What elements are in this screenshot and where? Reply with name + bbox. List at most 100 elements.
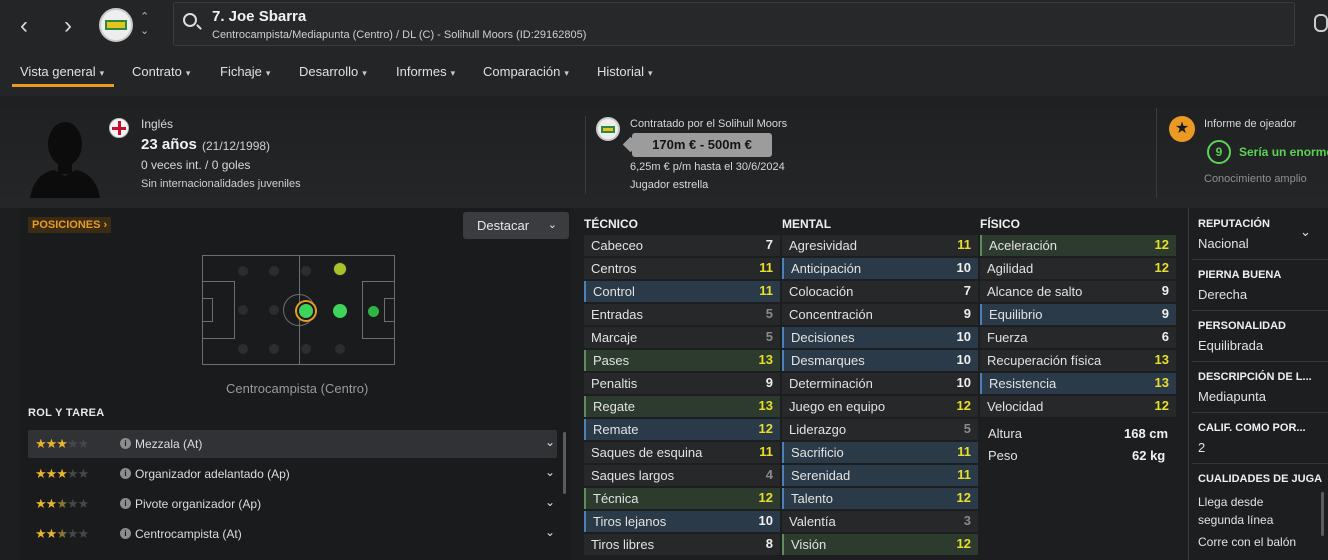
attribute-value: 13 [758, 352, 773, 367]
attribute-row[interactable]: Saques largos 4 [584, 465, 780, 486]
attribute-row[interactable]: Fuerza 6 [980, 327, 1176, 348]
attribute-row[interactable]: Alcance de salto 9 [980, 281, 1176, 302]
forward-arrow-icon[interactable]: › [64, 14, 72, 38]
attribute-value: 11 [759, 444, 773, 459]
chevron-down-icon[interactable]: ⌄ [545, 525, 555, 539]
side-scrollbar[interactable] [1321, 492, 1324, 536]
tab-comparacion[interactable]: Comparación ▾ [483, 64, 569, 79]
attribute-name: Sacrificio [791, 445, 844, 460]
chevron-down-icon[interactable]: ⌄ [545, 465, 555, 479]
attribute-row[interactable]: Anticipación 10 [782, 258, 978, 279]
attribute-value: 6 [1161, 329, 1169, 344]
role-row[interactable]: ★★★★★ i Organizador adelantado (Ap) ⌄ [28, 460, 557, 488]
attribute-row[interactable]: Valentía 3 [782, 511, 978, 532]
club-crest-icon[interactable] [99, 8, 133, 42]
chevron-down-icon: ▾ [185, 68, 191, 78]
position-dot-st [367, 305, 380, 318]
scout-comment[interactable]: Sería un enorme [1239, 145, 1328, 159]
highlight-dropdown[interactable]: Destacar ⌄ [463, 212, 569, 239]
attribute-name: Entradas [591, 307, 644, 322]
star-icon: ★ [1169, 116, 1195, 142]
attribute-row[interactable]: Visión 12 [782, 534, 978, 555]
attribute-row[interactable]: Decisiones 10 [782, 327, 978, 348]
attribute-row[interactable]: Determinación 10 [782, 373, 978, 394]
player-avatar [30, 122, 100, 198]
attribute-row[interactable]: Remate 12 [584, 419, 780, 440]
back-arrow-icon[interactable]: ‹ [20, 14, 28, 38]
attribute-row[interactable]: Pases 13 [584, 350, 780, 371]
scout-rating: 9 [1207, 140, 1231, 164]
attribute-value: 12 [758, 421, 773, 436]
attribute-row[interactable]: Cabeceo 7 [584, 235, 780, 256]
attribute-row[interactable]: Control 11 [584, 281, 780, 302]
attribute-name: Desmarques [791, 353, 865, 368]
info-icon[interactable]: i [120, 528, 131, 539]
attribute-row[interactable]: Equilibrio 9 [980, 304, 1176, 325]
attribute-row[interactable]: Agresividad 11 [782, 235, 978, 256]
attribute-row[interactable]: Agilidad 12 [980, 258, 1176, 279]
role-row[interactable]: ★★★★★ i Pivote organizador (Ap) ⌄ [28, 490, 557, 518]
chevron-down-icon[interactable]: ⌄ [545, 435, 555, 449]
attribute-name: Visión [791, 537, 827, 552]
attribute-value: 11 [759, 283, 773, 298]
attribute-row[interactable]: Entradas 5 [584, 304, 780, 325]
settings-bulb-icon[interactable] [1314, 14, 1328, 32]
tab-fichaje[interactable]: Fichaje ▾ [220, 64, 270, 79]
chevron-down-icon[interactable]: ⌄ [1300, 224, 1311, 240]
attribute-row[interactable]: Técnica 12 [584, 488, 780, 509]
tab-label: Historial [597, 64, 644, 79]
attribute-row[interactable]: Regate 13 [584, 396, 780, 417]
attribute-row[interactable]: Velocidad 12 [980, 396, 1176, 417]
active-tab-indicator [12, 84, 114, 87]
reputation-heading: REPUTACIÓN [1198, 218, 1270, 230]
position-dot-mc-selected[interactable] [297, 302, 315, 320]
position-rating-value: 2 [1198, 440, 1206, 455]
attribute-row[interactable]: Sacrificio 11 [782, 442, 978, 463]
divider [585, 116, 586, 194]
tab-informes[interactable]: Informes ▾ [396, 64, 455, 79]
search-icon[interactable] [183, 13, 197, 27]
tab-historial[interactable]: Historial ▾ [597, 64, 653, 79]
attribute-row[interactable]: Aceleración 12 [980, 235, 1176, 256]
tab-desarrollo[interactable]: Desarrollo ▾ [299, 64, 367, 79]
scout-knowledge: Conocimiento amplio [1204, 173, 1307, 185]
position-dot [335, 344, 345, 354]
info-icon[interactable]: i [120, 498, 131, 509]
info-icon[interactable]: i [120, 438, 131, 449]
tab-vista-general[interactable]: Vista general ▾ [20, 64, 104, 79]
attribute-row[interactable]: Recuperación física 13 [980, 350, 1176, 371]
attribute-row[interactable]: Saques de esquina 11 [584, 442, 780, 463]
tab-contrato[interactable]: Contrato ▾ [132, 64, 190, 79]
attribute-value: 5 [765, 306, 773, 321]
attribute-value: 13 [758, 398, 773, 413]
attribute-row[interactable]: Juego en equipo 12 [782, 396, 978, 417]
media-description-value: Mediapunta [1198, 389, 1266, 404]
attribute-row[interactable]: Centros 11 [584, 258, 780, 279]
attribute-row[interactable]: Talento 12 [782, 488, 978, 509]
attribute-row[interactable]: Tiros libres 8 [584, 534, 780, 555]
attribute-name: Centros [591, 261, 637, 276]
attribute-row[interactable]: Colocación 7 [782, 281, 978, 302]
attribute-row[interactable]: Liderazgo 5 [782, 419, 978, 440]
attribute-row[interactable]: Marcaje 5 [584, 327, 780, 348]
positions-link[interactable]: POSICIONES › [28, 217, 112, 233]
roles-scrollbar[interactable] [563, 432, 566, 494]
attribute-row[interactable]: Concentración 9 [782, 304, 978, 325]
role-label: Centrocampista (At) [135, 527, 242, 541]
attribute-row[interactable]: Tiros lejanos 10 [584, 511, 780, 532]
pitch-left-goal-area [203, 298, 213, 322]
info-icon[interactable]: i [120, 468, 131, 479]
attribute-value: 7 [765, 237, 773, 252]
attribute-name: Saques largos [591, 468, 675, 483]
attribute-value: 5 [963, 421, 971, 436]
chevron-down-icon[interactable]: ⌄ [545, 495, 555, 509]
role-row[interactable]: ★★★★★ i Centrocampista (At) ⌄ [28, 520, 557, 548]
attribute-row[interactable]: Resistencia 13 [980, 373, 1176, 394]
role-row[interactable]: ★★★★★ i Mezzala (At) ⌄ [28, 430, 557, 458]
attribute-row[interactable]: Desmarques 10 [782, 350, 978, 371]
transfer-value-badge[interactable]: 170m € - 500m € [632, 133, 772, 157]
swap-chevrons-icon[interactable]: ⌃ ⌄ [140, 10, 149, 38]
attribute-row[interactable]: Penaltis 9 [584, 373, 780, 394]
attribute-row[interactable]: Serenidad 11 [782, 465, 978, 486]
personality-value: Equilibrada [1198, 338, 1264, 353]
